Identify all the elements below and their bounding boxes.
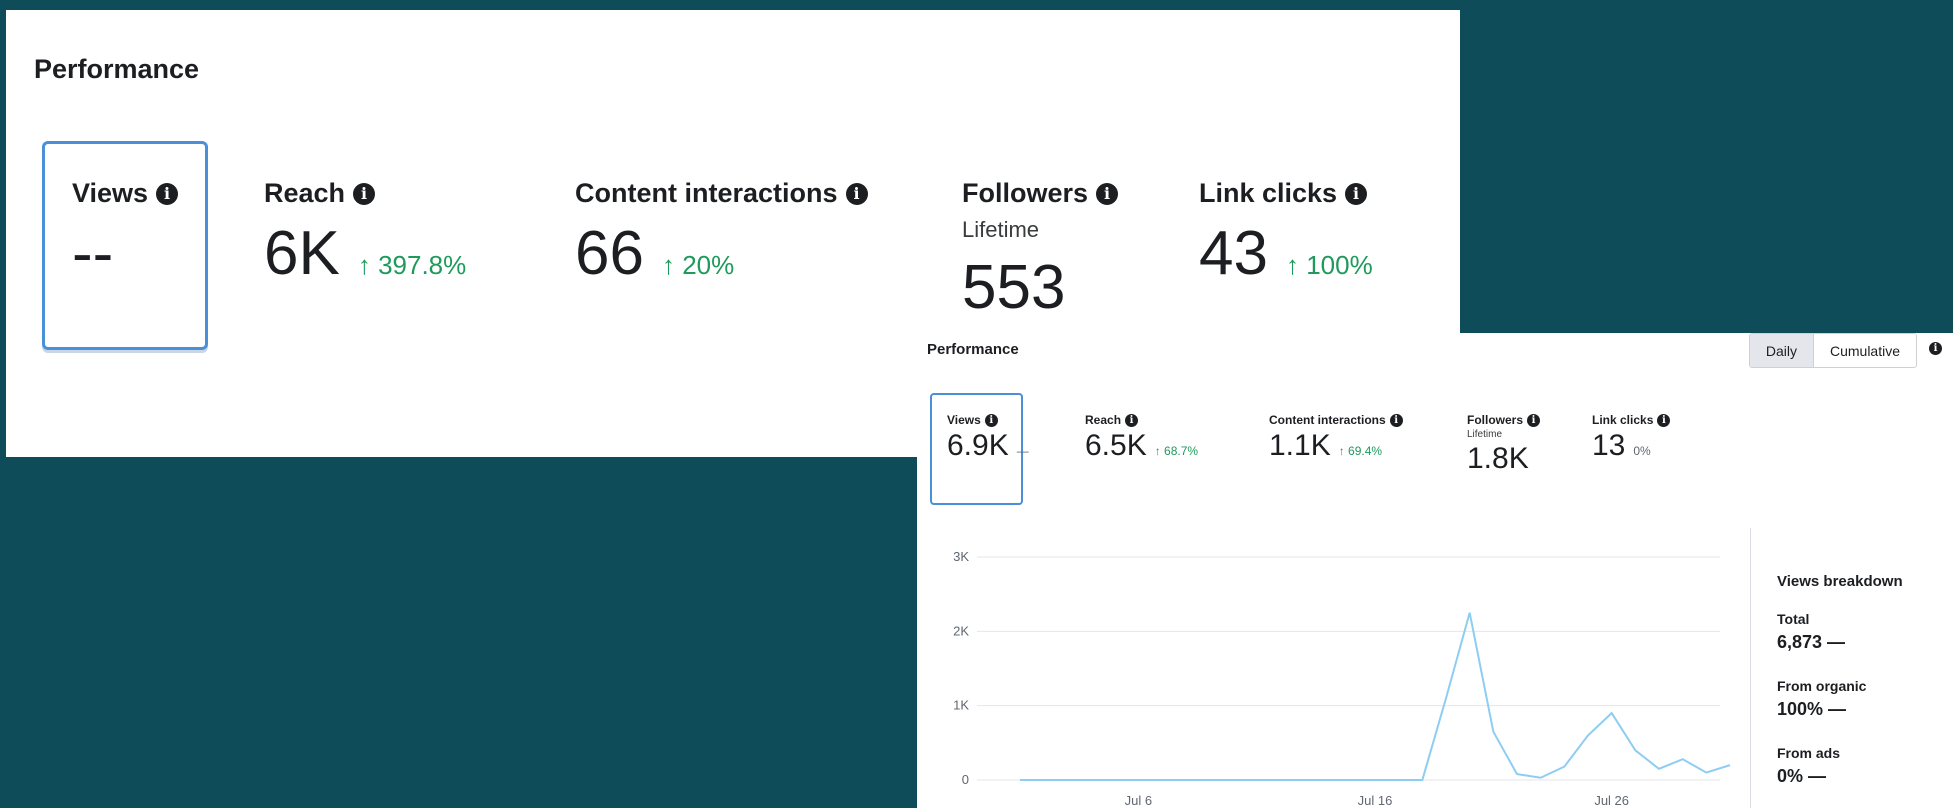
- metric-value: 66: [575, 219, 644, 288]
- x-tick-label: Jul 6: [1125, 793, 1152, 808]
- metric-delta: ↑ 68.7%: [1154, 444, 1199, 458]
- metric-label: Reach: [264, 178, 346, 208]
- metric-value: 43: [1199, 219, 1268, 288]
- metric-reach[interactable]: Reach i 6.5K ↑ 68.7%: [1085, 413, 1198, 462]
- x-tick-label: Jul 26: [1594, 793, 1629, 808]
- metric-label: Reach: [1085, 413, 1122, 427]
- metric-value: 1.8K: [1467, 442, 1529, 475]
- metric-reach[interactable]: Reach i 6K ↑ 397.8%: [264, 178, 466, 285]
- metric-delta: ↑ 20%: [661, 250, 735, 280]
- metric-views[interactable]: Views i 6.9K —: [947, 413, 1029, 462]
- metric-delta: —: [1016, 444, 1029, 458]
- x-tick-label: Jul 16: [1358, 793, 1393, 808]
- metric-value: 6.5K: [1085, 429, 1147, 462]
- metric-sublabel: Lifetime: [962, 217, 1040, 242]
- toggle-cumulative[interactable]: Cumulative: [1812, 334, 1916, 367]
- breakdown-title: Views breakdown: [1777, 573, 1903, 590]
- panel-title: Performance: [927, 341, 1019, 358]
- breakdown-ads-label: From ads: [1777, 745, 1841, 761]
- metric-followers[interactable]: Followers i Lifetime 553: [962, 178, 1119, 322]
- y-tick-label: 1K: [953, 698, 969, 713]
- metric-value: 553: [962, 253, 1066, 322]
- metric-delta: ↑ 100%: [1285, 250, 1373, 280]
- info-icon[interactable]: i: [156, 182, 179, 205]
- metric-label: Content interactions: [1269, 413, 1386, 427]
- metric-label: Link clicks: [1592, 413, 1654, 427]
- info-icon[interactable]: i: [353, 182, 376, 205]
- metric-value: 13: [1592, 429, 1626, 462]
- metric-content-interactions[interactable]: Content interactions i 1.1K ↑ 69.4%: [1269, 413, 1403, 462]
- info-icon[interactable]: i: [1929, 342, 1942, 355]
- metric-label: Link clicks: [1199, 178, 1338, 208]
- divider: [1750, 528, 1751, 808]
- metric-followers[interactable]: Followers i Lifetime 1.8K: [1467, 413, 1541, 475]
- toggle-daily[interactable]: Daily: [1749, 334, 1813, 367]
- panel-title: Performance: [34, 54, 200, 84]
- metric-label: Views: [947, 413, 981, 427]
- metric-delta: ↑ 397.8%: [357, 250, 467, 280]
- metric-value: 1.1K: [1269, 429, 1331, 462]
- views-line-chart: 0 1K 2K 3K Jul 6 Jul 16 Jul 26: [953, 549, 1731, 808]
- metric-value: 6.9K: [947, 429, 1009, 462]
- breakdown-ads-value: 0% —: [1777, 766, 1827, 786]
- breakdown-organic-value: 100% —: [1777, 699, 1847, 719]
- metric-sublabel: Lifetime: [1467, 429, 1503, 440]
- info-icon[interactable]: i: [1345, 182, 1368, 205]
- breakdown-total-value: 6,873 —: [1777, 632, 1846, 652]
- metric-label: Views: [72, 178, 149, 208]
- info-icon[interactable]: i: [984, 413, 998, 427]
- info-icon[interactable]: i: [1389, 413, 1403, 427]
- metric-label: Followers: [962, 178, 1089, 208]
- metric-views[interactable]: Views i --: [72, 178, 179, 288]
- metric-link-clicks[interactable]: Link clicks i 43 ↑ 100%: [1199, 178, 1373, 285]
- metric-label: Followers: [1467, 413, 1524, 427]
- metric-content-interactions[interactable]: Content interactions i 66 ↑ 20%: [575, 178, 868, 285]
- y-tick-label: 2K: [953, 623, 969, 638]
- metric-value: --: [72, 219, 114, 288]
- metric-label: Content interactions: [575, 178, 838, 208]
- info-icon[interactable]: i: [1096, 182, 1119, 205]
- metric-link-clicks[interactable]: Link clicks i 13 0%: [1592, 413, 1671, 462]
- views-series-line: [1020, 612, 1731, 781]
- info-icon[interactable]: i: [1125, 413, 1139, 427]
- breakdown-total-label: Total: [1777, 611, 1810, 627]
- metric-delta: ↑ 69.4%: [1338, 444, 1383, 458]
- y-tick-label: 3K: [953, 549, 969, 564]
- performance-panel-small: Performance Daily Cumulative i Views i 6.…: [917, 333, 1953, 808]
- view-toggle: Daily Cumulative: [1748, 333, 1917, 368]
- breakdown-organic-label: From organic: [1777, 678, 1867, 694]
- metric-value: 6K: [264, 219, 340, 288]
- info-icon[interactable]: i: [845, 182, 868, 205]
- y-tick-label: 0: [962, 772, 969, 787]
- info-icon[interactable]: i: [1527, 413, 1541, 427]
- metric-delta: 0%: [1633, 444, 1651, 458]
- info-icon[interactable]: i: [1657, 413, 1671, 427]
